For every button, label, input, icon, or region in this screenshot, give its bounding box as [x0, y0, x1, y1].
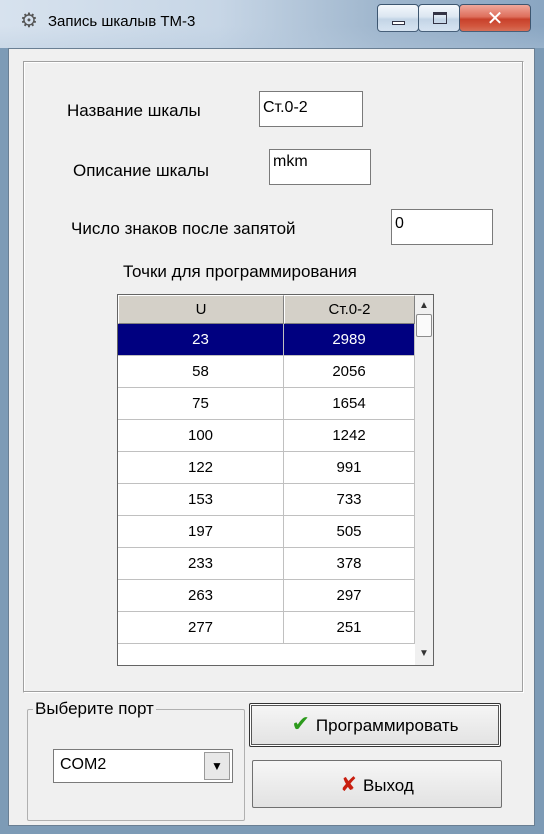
cell-u[interactable]: 100	[118, 420, 284, 452]
cell-u[interactable]: 263	[118, 580, 284, 612]
cell-scale[interactable]: 1654	[284, 388, 415, 420]
cell-scale[interactable]: 378	[284, 548, 415, 580]
table-row[interactable]: 277 251	[118, 612, 415, 644]
program-button-label: Программировать	[315, 716, 459, 735]
cell-u[interactable]: 153	[118, 484, 284, 516]
cell-scale[interactable]: 251	[284, 612, 415, 644]
cell-u[interactable]: 197	[118, 516, 284, 548]
chevron-down-icon[interactable]: ▼	[204, 752, 230, 780]
x-icon: ✘	[340, 772, 357, 796]
table-row[interactable]: 23 2989	[118, 324, 415, 356]
scale-name-input[interactable]: Ст.0-2	[259, 91, 363, 127]
table-row[interactable]: 58 2056	[118, 356, 415, 388]
minimize-button[interactable]	[377, 4, 419, 32]
check-icon: ✔	[291, 712, 310, 737]
decimals-input[interactable]: 0	[391, 209, 493, 245]
cell-u[interactable]: 233	[118, 548, 284, 580]
cell-scale[interactable]: 505	[284, 516, 415, 548]
table-row[interactable]: 75 1654	[118, 388, 415, 420]
table-row[interactable]: 122 991	[118, 452, 415, 484]
table-row[interactable]: 233 378	[118, 548, 415, 580]
cell-scale[interactable]: 1242	[284, 420, 415, 452]
table-row[interactable]: 197 505	[118, 516, 415, 548]
maximize-button[interactable]	[418, 4, 460, 32]
gear-icon[interactable]: ⚙	[18, 10, 40, 32]
title-bar[interactable]: ⚙ Запись шкалыв ТМ-3 ✕	[0, 0, 544, 48]
port-select[interactable]: COM2 ▼	[53, 749, 233, 783]
cell-u[interactable]: 75	[118, 388, 284, 420]
table-row[interactable]: 100 1242	[118, 420, 415, 452]
scale-desc-label: Описание шкалы	[73, 161, 209, 180]
cell-u[interactable]: 277	[118, 612, 284, 644]
scroll-thumb[interactable]	[416, 314, 432, 337]
points-grid[interactable]: U Ст.0-2 23 2989 58 2056 75 1654 100 1242 122 991…	[117, 294, 434, 666]
close-button[interactable]: ✕	[459, 4, 531, 32]
cell-u[interactable]: 23	[118, 324, 284, 356]
port-group-label: Выберите порт	[33, 699, 156, 719]
column-header-scale[interactable]: Ст.0-2	[284, 295, 415, 324]
cell-scale[interactable]: 297	[284, 580, 415, 612]
scale-name-label: Название шкалы	[67, 101, 201, 120]
program-button[interactable]: ✔ Программировать	[249, 703, 501, 747]
maximize-icon	[433, 12, 447, 24]
decimals-label: Число знаков после запятой	[71, 219, 296, 238]
grid-header: U Ст.0-2	[118, 295, 415, 324]
client-area: Название шкалы Ст.0-2 Описание шкалы mkm…	[8, 48, 535, 826]
scroll-down-icon[interactable]: ▼	[415, 645, 433, 663]
cell-u[interactable]: 58	[118, 356, 284, 388]
table-row[interactable]: 153 733	[118, 484, 415, 516]
cell-scale[interactable]: 2056	[284, 356, 415, 388]
port-select-value: COM2	[60, 756, 107, 773]
scale-desc-input[interactable]: mkm	[269, 149, 371, 185]
table-row[interactable]: 263 297	[118, 580, 415, 612]
scroll-up-icon[interactable]: ▲	[415, 297, 433, 315]
cell-u[interactable]: 122	[118, 452, 284, 484]
close-icon: ✕	[486, 6, 504, 30]
cell-scale[interactable]: 991	[284, 452, 415, 484]
window-title: Запись шкалыв ТМ-3	[48, 13, 196, 30]
column-header-u[interactable]: U	[118, 295, 284, 324]
app-window: ⚙ Запись шкалыв ТМ-3 ✕ Название шкалы Ст…	[0, 0, 544, 834]
minimize-icon	[392, 21, 405, 25]
exit-button[interactable]: ✘ Выход	[252, 760, 502, 808]
points-title: Точки для программирования	[123, 262, 357, 281]
cell-scale[interactable]: 2989	[284, 324, 415, 356]
grid-scrollbar[interactable]: ▲ ▼	[415, 295, 433, 665]
cell-scale[interactable]: 733	[284, 484, 415, 516]
exit-button-label: Выход	[362, 776, 414, 795]
